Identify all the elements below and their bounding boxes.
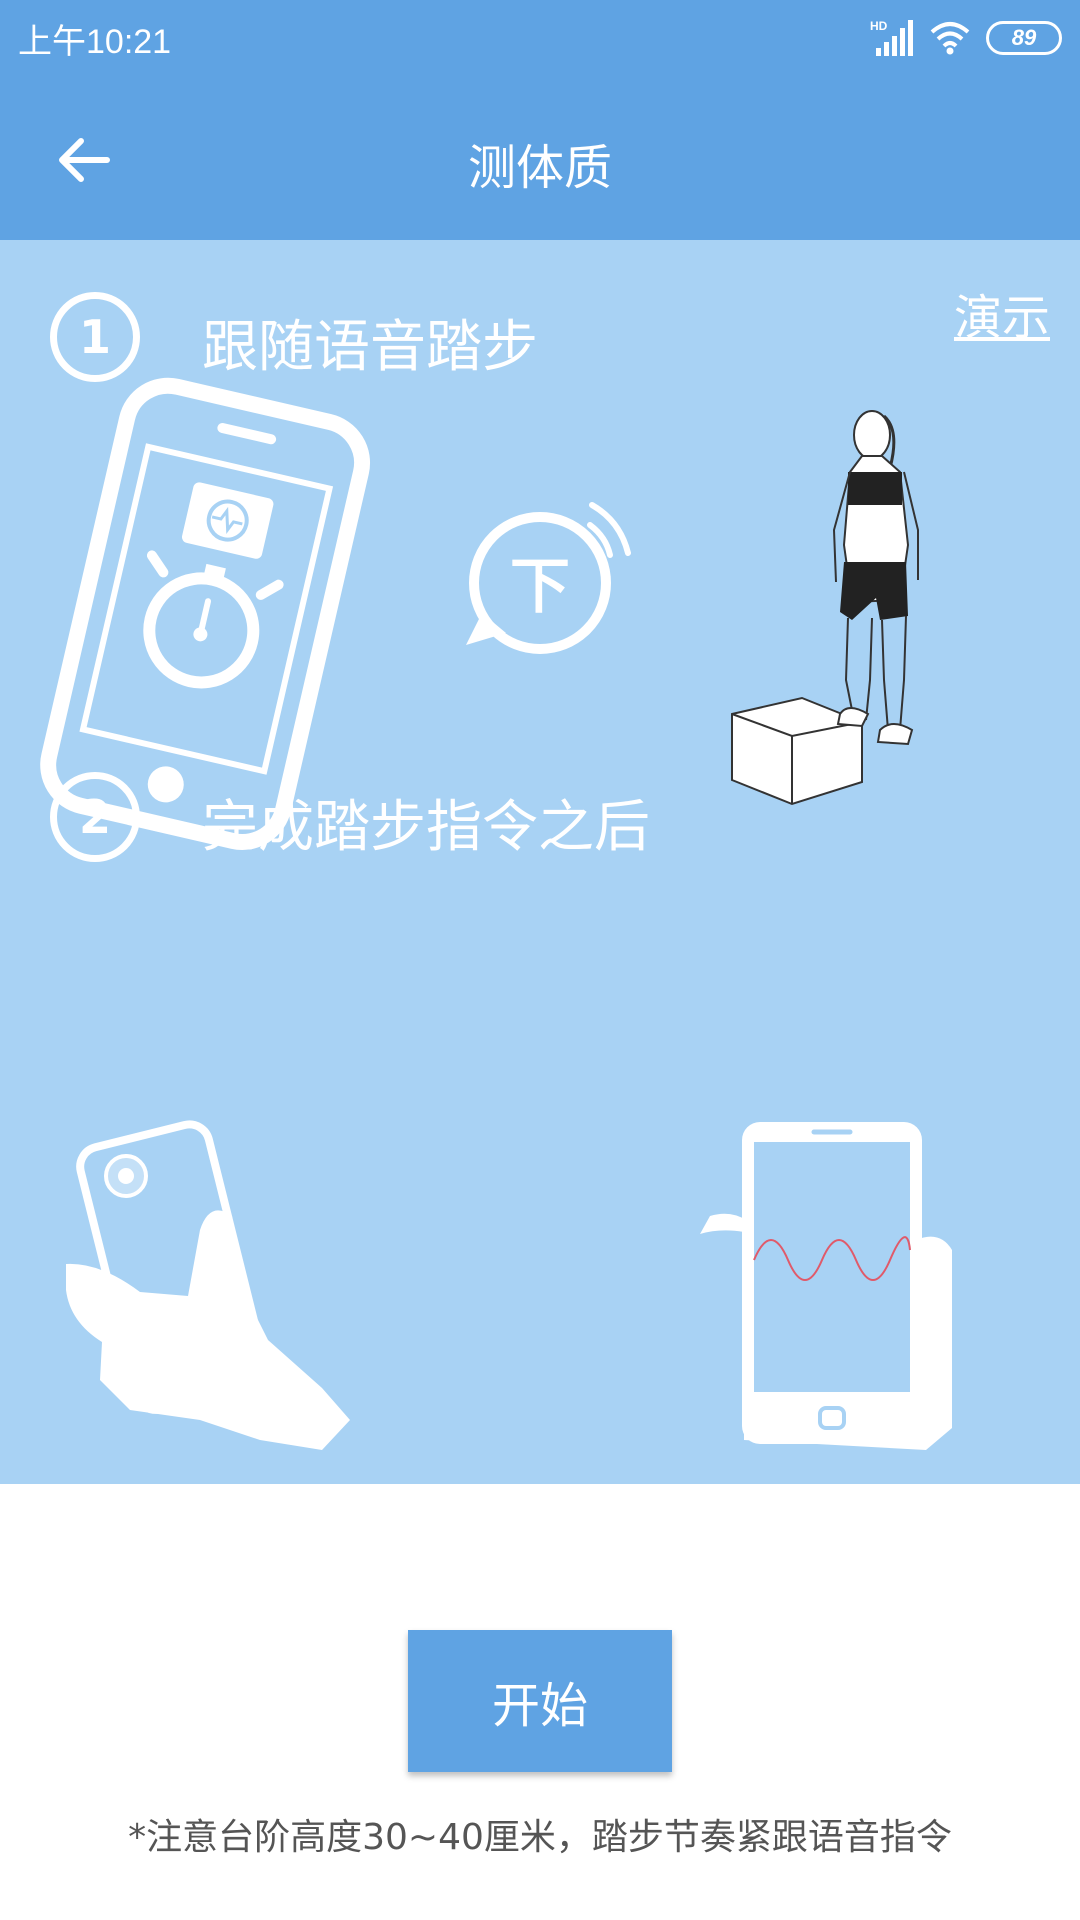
page-title: 测体质 <box>467 140 612 196</box>
hand-phone-wave-illustration <box>700 1122 952 1450</box>
app-header: 测体质 <box>0 76 1080 240</box>
wifi-icon <box>930 22 970 55</box>
step-2-label: 完成踏步指令之后 <box>202 795 650 860</box>
start-button[interactable]: 开始 <box>408 1630 672 1772</box>
demo-link[interactable]: 演示 <box>954 278 1050 348</box>
status-bar: 上午10:21 HD 89 <box>0 0 1080 76</box>
step-1-badge: 1 <box>50 292 140 382</box>
battery-icon: 89 <box>986 21 1062 55</box>
voice-cue-text: 下 <box>510 552 570 622</box>
voice-cue-icon: 下 <box>466 502 631 654</box>
battery-level: 89 <box>1011 25 1037 50</box>
step-2-badge: 2 <box>50 772 140 862</box>
status-time: 上午10:21 <box>18 23 172 61</box>
step-height-note: *注意台阶高度30~40厘米，踏步节奏紧跟语音指令 <box>128 1817 952 1858</box>
signal-icon: HD <box>870 19 913 56</box>
step-box-woman-illustration <box>731 410 919 806</box>
instruction-panel: 1 跟随语音踏步 演示 下 2 完成踏步指令之后 <box>0 240 1080 1484</box>
status-icons: HD 89 <box>870 14 1062 62</box>
hand-tap-phone-illustration <box>66 1120 350 1450</box>
network-type: HD <box>870 19 888 33</box>
